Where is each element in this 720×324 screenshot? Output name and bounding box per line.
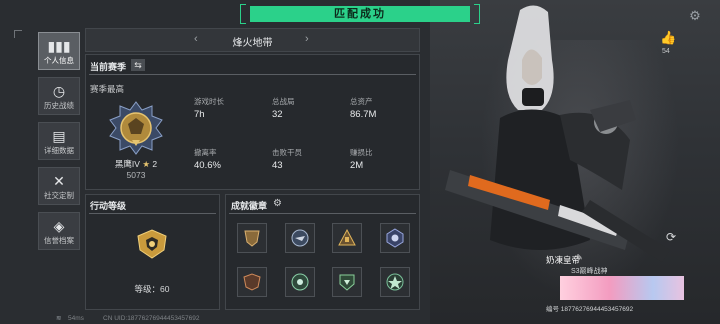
player-name: 奶凍皇帝 <box>546 255 581 265</box>
sidebar-item-label: 信誉档案 <box>44 236 74 245</box>
rank-stars: 2 <box>152 159 158 169</box>
rank-name-text: 黑鹰IV <box>114 159 140 169</box>
achievement-badge-star-icon[interactable] <box>380 267 410 297</box>
achievement-badge-triangle-icon[interactable] <box>332 223 362 253</box>
top-bar: 匹配成功 ⚙ <box>0 0 720 28</box>
rank-score: 5073 <box>126 170 146 180</box>
shield-icon: ◈ <box>53 218 65 234</box>
season-title: 当前赛季 <box>90 62 127 72</box>
corner-decoration <box>14 30 22 38</box>
ping-value: 54ms <box>68 315 84 322</box>
sidebar-item-label: 社交定制 <box>44 191 74 200</box>
level-text: 等级：60 <box>134 284 170 294</box>
stat-label-assets: 总资产 <box>350 97 373 106</box>
divider <box>229 213 416 214</box>
sidebar-item-label: 历史战绩 <box>44 101 74 110</box>
stat-value-profit-ratio: 2M <box>350 160 364 171</box>
bar-chart-icon: ▮▮▮ <box>47 38 71 54</box>
clock-icon: ◷ <box>52 83 66 99</box>
divider <box>89 74 416 75</box>
stat-value-matches: 32 <box>272 109 283 120</box>
sidebar-item-label: 详细数据 <box>44 146 74 155</box>
rank-name: 黑鹰IV ★ 2 <box>86 158 186 170</box>
player-card-banner[interactable] <box>560 276 684 300</box>
edit-pencil-icon[interactable]: ✎ <box>576 253 583 262</box>
sidebar-item-reputation[interactable]: ◈ 信誉档案 <box>38 212 80 250</box>
sidebar-item-label: 个人信息 <box>44 56 74 65</box>
stat-value-kills: 43 <box>272 160 283 171</box>
sidebar-item-social[interactable]: ✕ 社交定制 <box>38 167 80 205</box>
stat-label-kills: 击败干员 <box>272 148 302 157</box>
settings-gear-icon[interactable]: ⚙ <box>688 9 702 23</box>
swap-icon[interactable]: ⇆ <box>131 59 145 71</box>
sidebar-item-history[interactable]: ◷ 历史战绩 <box>38 77 80 115</box>
refresh-icon[interactable]: ⟳ <box>666 230 676 244</box>
level-title: 行动等级 <box>90 201 127 211</box>
stat-label-playtime: 游戏时长 <box>194 97 224 106</box>
season-subtitle: 赛季最高 <box>90 84 125 94</box>
document-icon: ▤ <box>52 128 66 144</box>
thumbs-up-icon[interactable]: 👍 <box>660 30 676 46</box>
like-count: 54 <box>662 48 670 55</box>
banner-bracket-right <box>474 4 480 24</box>
match-success-banner: 匹配成功 <box>250 6 470 22</box>
tools-icon: ✕ <box>53 173 65 189</box>
sidebar: ▮▮▮ 个人信息 ◷ 历史战绩 ▤ 详细数据 ✕ 社交定制 ◈ 信誉档案 <box>38 32 80 257</box>
bottom-status-bar: ≋ 54ms CN UID:18776276944453457692 <box>0 313 720 324</box>
wifi-icon: ≋ <box>56 315 62 322</box>
banner-bracket-left <box>240 4 246 24</box>
map-selector: ‹ 烽火地带 › <box>85 28 420 52</box>
uid-text: CN UID:18776276944453457692 <box>103 315 200 322</box>
stat-value-extract-rate: 40.6% <box>194 160 221 171</box>
map-title: 烽火地带 <box>232 38 273 49</box>
achievement-settings-gear-icon[interactable]: ⚙ <box>273 198 282 209</box>
achievement-badge-wing-icon[interactable] <box>285 223 315 253</box>
achievement-badge-skull-icon[interactable] <box>285 267 315 297</box>
player-id: 编号 18776276944453457692 <box>546 306 634 313</box>
sidebar-item-details[interactable]: ▤ 详细数据 <box>38 122 80 160</box>
divider <box>89 213 216 214</box>
player-title: S3巅峰战神 <box>571 268 608 275</box>
stat-label-matches: 总战局 <box>272 97 295 106</box>
chevron-right-icon[interactable]: › <box>305 33 309 45</box>
rank-badge-icon <box>109 101 163 155</box>
level-emblem-icon <box>137 229 167 259</box>
achievements-title: 成就徽章 <box>231 201 268 211</box>
star-icon: ★ <box>142 159 150 169</box>
stat-value-playtime: 7h <box>194 109 205 120</box>
achievement-badge-crest-icon[interactable] <box>237 267 267 297</box>
achievement-badge-emblem-icon[interactable] <box>332 267 362 297</box>
stat-label-extract-rate: 撤离率 <box>194 148 217 157</box>
sidebar-item-profile[interactable]: ▮▮▮ 个人信息 <box>38 32 80 70</box>
stat-value-assets: 86.7M <box>350 109 377 120</box>
stat-label-profit-ratio: 赚损比 <box>350 148 373 157</box>
achievement-badge-shield-icon[interactable] <box>237 223 267 253</box>
achievement-badge-medal-icon[interactable] <box>380 223 410 253</box>
